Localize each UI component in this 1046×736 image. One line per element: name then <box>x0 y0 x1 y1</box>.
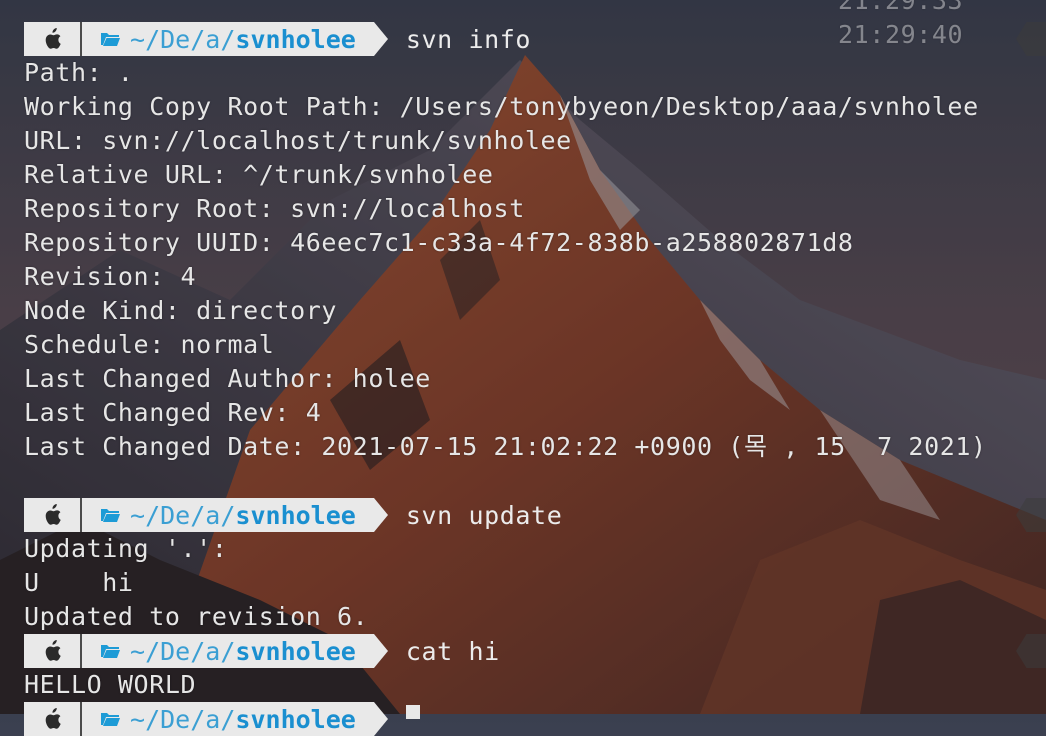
output-line: Last Changed Rev: 4 <box>24 398 322 427</box>
right-prompt-time: 21:29:33 <box>838 0 964 15</box>
output-line: Revision: 4 <box>24 262 197 291</box>
command-text: svn info <box>405 24 532 54</box>
path-sep: / <box>145 704 161 734</box>
path-sep: / <box>190 24 206 54</box>
folder-icon <box>100 507 120 523</box>
prompt-path: ~ / De / a / svnholee <box>82 22 374 56</box>
path-home: ~ <box>130 500 146 530</box>
right-prompt-segment <box>1016 22 1046 56</box>
shell-prompt: ~ / De / a / svnholee svn update <box>24 498 562 532</box>
path-sep: / <box>220 636 236 666</box>
path-sep: / <box>190 500 206 530</box>
path-current-dir: svnholee <box>235 500 356 530</box>
output-line: Working Copy Root Path: /Users/tonybyeon… <box>24 92 979 121</box>
path-segment: De <box>160 24 191 54</box>
prompt-arrow <box>373 634 388 668</box>
right-prompt-segment <box>1016 498 1046 532</box>
output-line: Last Changed Date: 2021-07-15 21:02:22 +… <box>24 432 987 461</box>
path-segment: a <box>205 704 221 734</box>
prompt-arrow <box>373 498 388 532</box>
path-sep: / <box>220 500 236 530</box>
path-home: ~ <box>130 704 146 734</box>
shell-prompt-active[interactable]: ~ / De / a / svnholee <box>24 702 420 736</box>
output-line: URL: svn://localhost/trunk/svnholee <box>24 126 572 155</box>
shell-prompt: ~ / De / a / svnholee cat hi <box>24 634 500 668</box>
output-line: Path: . <box>24 58 134 87</box>
output-line: Relative URL: ^/trunk/svnholee <box>24 160 494 189</box>
right-prompt-time: 21:29:40 <box>838 20 964 49</box>
path-segment: a <box>205 24 221 54</box>
prompt-path: ~ / De / a / svnholee <box>82 702 374 736</box>
prompt-arrow <box>373 702 388 736</box>
apple-icon <box>24 702 80 736</box>
folder-icon <box>100 643 120 659</box>
output-line: HELLO WORLD <box>24 670 197 699</box>
folder-icon <box>100 711 120 727</box>
terminal-cursor[interactable] <box>405 704 420 734</box>
path-sep: / <box>190 636 206 666</box>
output-line: Schedule: normal <box>24 330 275 359</box>
shell-prompt: ~ / De / a / svnholee svn info <box>24 22 531 56</box>
output-line: Repository Root: svn://localhost <box>24 194 525 223</box>
terminal-window[interactable]: 21:29:33 21:29:40 ~ / De / a / svnholee svn in… <box>0 0 1046 736</box>
output-line: Node Kind: directory <box>24 296 338 325</box>
apple-icon <box>24 22 80 56</box>
output-line: Updating '.': <box>24 534 228 563</box>
path-sep: / <box>145 636 161 666</box>
prompt-path: ~ / De / a / svnholee <box>82 634 374 668</box>
output-line: Repository UUID: 46eec7c1-c33a-4f72-838b… <box>24 228 854 257</box>
path-sep: / <box>190 704 206 734</box>
path-current-dir: svnholee <box>235 636 356 666</box>
prompt-path: ~ / De / a / svnholee <box>82 498 374 532</box>
apple-icon <box>24 498 80 532</box>
path-home: ~ <box>130 636 146 666</box>
output-line: Last Changed Author: holee <box>24 364 431 393</box>
path-sep: / <box>145 500 161 530</box>
path-segment: a <box>205 500 221 530</box>
command-text: cat hi <box>405 636 500 666</box>
prompt-arrow <box>373 22 388 56</box>
path-sep: / <box>220 24 236 54</box>
path-segment: De <box>160 636 191 666</box>
path-segment: De <box>160 500 191 530</box>
path-segment: De <box>160 704 191 734</box>
path-sep: / <box>220 704 236 734</box>
output-line: U hi <box>24 568 134 597</box>
folder-icon <box>100 31 120 47</box>
path-current-dir: svnholee <box>235 704 356 734</box>
path-segment: a <box>205 636 221 666</box>
right-prompt-segment <box>1016 634 1046 668</box>
path-current-dir: svnholee <box>235 24 356 54</box>
path-home: ~ <box>130 24 146 54</box>
path-sep: / <box>145 24 161 54</box>
output-line: Updated to revision 6. <box>24 602 369 631</box>
apple-icon <box>24 634 80 668</box>
command-text: svn update <box>405 500 563 530</box>
